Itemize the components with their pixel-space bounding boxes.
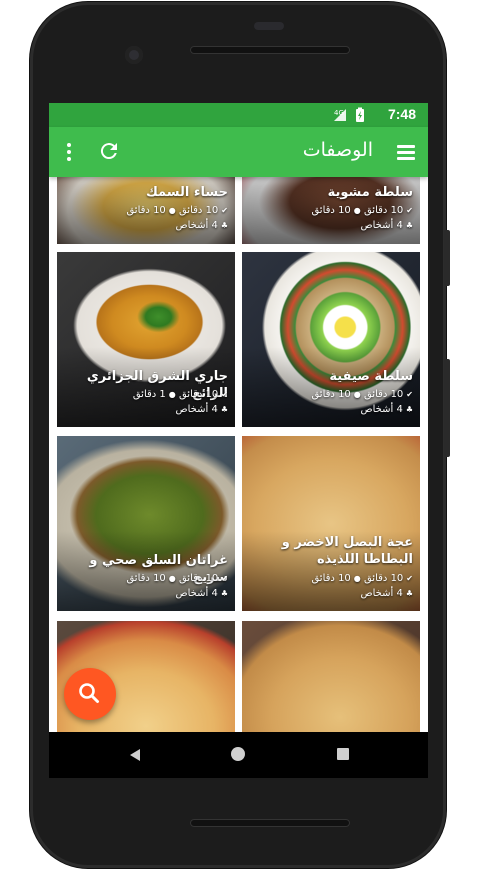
recipe-card[interactable] [242,621,420,732]
recipe-servings: ♣4 أشخاص [360,588,413,599]
recipe-servings: ♣4 أشخاص [175,404,228,415]
recipe-title: سلطة صيفية [329,369,413,384]
recipe-servings: ♣4 أشخاص [360,220,413,231]
clock-icon: ✔ [406,390,413,399]
clock-icon: ✔ [406,206,413,215]
timer-icon: ● [353,574,361,583]
app-screen: 4G 7:48 الوصفات حساء السمك ✔10 دقائق ●10… [49,103,428,732]
power-button [444,230,450,286]
search-icon [79,683,99,703]
home-icon[interactable] [231,747,245,761]
front-camera [125,46,143,64]
svg-text:4G: 4G [334,109,344,117]
bottom-speaker [190,819,350,827]
volume-button [444,359,450,457]
people-icon: ♣ [220,405,228,414]
status-time: 7:48 [387,106,416,122]
signal-icon: 4G [334,109,346,121]
battery-icon [356,107,364,122]
system-nav-bar [49,732,428,778]
status-bar: 4G 7:48 [49,103,428,127]
recipe-servings: ♣4 أشخاص [175,220,228,231]
refresh-icon[interactable] [97,139,121,163]
timer-icon: ● [168,390,176,399]
recipe-meta: ✔10 دقائق ●1 دقائق [132,389,228,400]
recent-apps-icon[interactable] [337,748,349,760]
timer-icon: ● [353,206,361,215]
clock-icon: ✔ [221,390,228,399]
app-bar: الوصفات [49,127,428,177]
top-speaker [190,46,350,54]
recipe-title: حساء السمك [145,185,228,200]
recipe-title: عجة البصل الاخضر و البطاطا اللذيذه [281,535,413,567]
clock-icon: ✔ [221,206,228,215]
recipe-meta: ✔10 دقائق ●10 دقائق [311,205,413,216]
recipe-meta: ✔10 دقائق ●10 دقائق [126,205,228,216]
people-icon: ♣ [405,221,413,230]
recipe-card[interactable]: سلطة مشوية ✔10 دقائق ●10 دقائق ♣4 أشخاص [242,177,420,244]
overflow-menu-icon[interactable] [61,140,77,164]
people-icon: ♣ [220,221,228,230]
recipe-grid[interactable]: حساء السمك ✔10 دقائق ●10 دقائق ♣4 أشخاص … [49,177,428,732]
recipe-card[interactable]: جاري الشرق الجزائري الرائع ✔10 دقائق ●1 … [57,252,235,427]
clock-icon: ✔ [406,574,413,583]
back-icon[interactable] [128,747,142,766]
hamburger-menu-icon[interactable] [394,140,418,164]
proximity-sensor [254,22,284,30]
recipe-meta: ✔10 دقائق ●10 دقائق [311,389,413,400]
recipe-card[interactable]: حساء السمك ✔10 دقائق ●10 دقائق ♣4 أشخاص [57,177,235,244]
recipe-title: سلطة مشوية [327,185,413,200]
recipe-image [242,621,420,732]
recipe-servings: ♣4 أشخاص [175,588,228,599]
recipe-servings: ♣4 أشخاص [360,404,413,415]
recipe-card[interactable]: عجة البصل الاخضر و البطاطا اللذيذه ✔10 د… [242,436,420,611]
timer-icon: ● [168,206,176,215]
recipe-meta: ✔10 دقائق ●10 دقائق [126,573,228,584]
recipe-card[interactable]: غراتان السلق صحي و سريع ✔10 دقائق ●10 دق… [57,436,235,611]
timer-icon: ● [168,574,176,583]
page-title: الوصفات [302,139,373,161]
clock-icon: ✔ [221,574,228,583]
people-icon: ♣ [220,589,228,598]
timer-icon: ● [353,390,361,399]
people-icon: ♣ [405,589,413,598]
recipe-meta: ✔10 دقائق ●10 دقائق [311,573,413,584]
status-icons: 4G [332,107,368,123]
people-icon: ♣ [405,405,413,414]
search-button[interactable] [64,668,116,720]
recipe-card[interactable]: سلطة صيفية ✔10 دقائق ●10 دقائق ♣4 أشخاص [242,252,420,427]
